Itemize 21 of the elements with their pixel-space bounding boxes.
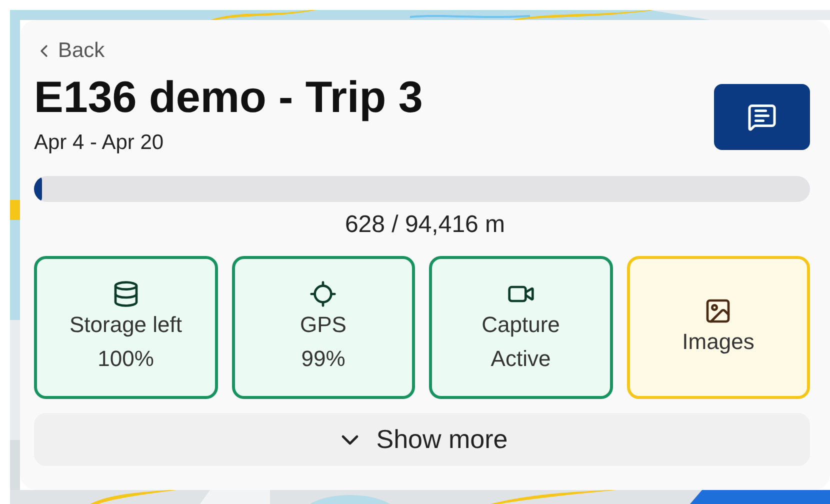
tile-label: Active bbox=[490, 344, 551, 372]
comment-button[interactable] bbox=[714, 84, 810, 150]
crosshair-icon bbox=[309, 280, 338, 308]
progress-reading: 628 / 94,416 m bbox=[344, 210, 506, 240]
status-tile[interactable]: Images bbox=[626, 256, 810, 399]
tile-label: Storage left bbox=[69, 310, 182, 339]
tile-label: Images bbox=[682, 328, 754, 356]
tile-label: 100% bbox=[98, 344, 154, 372]
status-tile[interactable]: Storage left 100% bbox=[34, 256, 218, 399]
status-tile[interactable]: GPS 99% bbox=[232, 256, 415, 399]
show-more-button[interactable]: Show more bbox=[34, 413, 810, 466]
tile-label: Capture bbox=[482, 310, 560, 339]
tile-label: 99% bbox=[301, 344, 346, 372]
trip-title: E136 demo - Trip 3 bbox=[34, 72, 423, 124]
back-link[interactable]: Back bbox=[34, 38, 423, 64]
image-icon bbox=[704, 296, 732, 324]
trip-dates: Apr 4 - Apr 20 bbox=[34, 130, 165, 156]
tile-label: GPS bbox=[300, 310, 346, 338]
status-tile[interactable]: Capture Active bbox=[429, 256, 612, 399]
message-icon bbox=[747, 102, 777, 132]
database-icon bbox=[112, 280, 140, 308]
